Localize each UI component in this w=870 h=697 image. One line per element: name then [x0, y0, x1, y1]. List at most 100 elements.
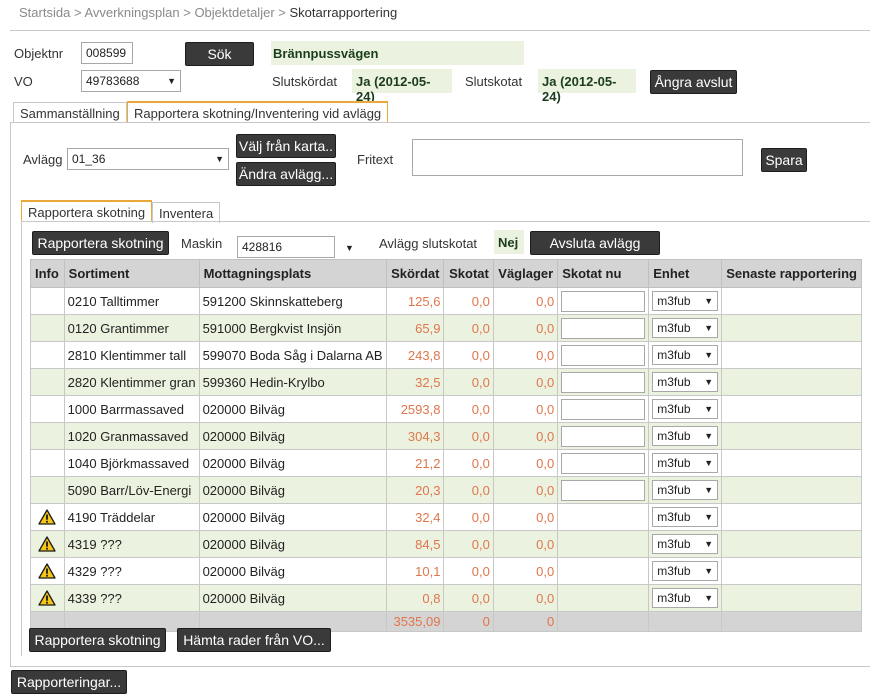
- undo-finish-button[interactable]: Ångra avslut: [650, 70, 737, 94]
- fritext-label: Fritext: [357, 152, 394, 167]
- warning-icon: [38, 509, 56, 525]
- subtabs-divider: [21, 221, 870, 222]
- skotat-cell: 0,0: [443, 557, 494, 585]
- skotat-nu-input[interactable]: [561, 317, 646, 339]
- skordat-cell: 304,3: [385, 422, 445, 450]
- enhet-select[interactable]: m3fub ▼: [652, 588, 719, 608]
- maskin-input[interactable]: [237, 236, 335, 258]
- skotat-cell: 0,0: [443, 395, 494, 423]
- skotat-nu-input[interactable]: [561, 344, 646, 366]
- column-header-info: Info: [30, 259, 65, 288]
- skordat-cell: 65,9: [385, 314, 445, 342]
- warning-icon: [38, 536, 56, 552]
- fritext-textarea[interactable]: [412, 139, 743, 176]
- skotat-nu-cell: [557, 476, 650, 504]
- mottagningsplats-cell: 020000 Bilväg: [198, 584, 387, 612]
- breadcrumb-link-startsida[interactable]: Startsida: [19, 5, 70, 20]
- enhet-select[interactable]: m3fub ▼: [652, 453, 719, 473]
- enhet-select[interactable]: m3fub ▼: [652, 399, 719, 419]
- objektnr-input[interactable]: [81, 42, 133, 64]
- chevron-down-icon: ▼: [704, 323, 714, 333]
- enhet-select[interactable]: m3fub ▼: [652, 561, 719, 581]
- skotat-nu-cell: [557, 530, 650, 558]
- enhet-select[interactable]: m3fub ▼: [652, 534, 719, 554]
- choose-from-map-button[interactable]: Välj från karta..: [236, 134, 336, 158]
- skordat-cell: 20,3: [385, 476, 445, 504]
- maskin-dropdown-icon[interactable]: ▼: [345, 243, 354, 253]
- info-cell: [30, 449, 65, 477]
- table-row: 2820 Klentimmer gran 599360 Hedin-Krylbo 3…: [30, 368, 862, 396]
- enhet-select[interactable]: m3fub ▼: [652, 291, 719, 311]
- tab-rapportera-skotning-sub[interactable]: Rapportera skotning: [21, 200, 153, 222]
- avlagg-select[interactable]: 01_36 ▼: [67, 148, 229, 170]
- skotat-nu-input[interactable]: [561, 452, 646, 474]
- totals-skordat: 3535,09: [385, 611, 445, 632]
- table-row: 0120 Grantimmer 591000 Bergkvist Insjön 65…: [30, 314, 862, 342]
- tab-rapportera-skotning[interactable]: Rapportera skotning/Inventering vid avlä…: [127, 101, 389, 123]
- chevron-down-icon: ▼: [704, 593, 714, 603]
- vo-select-value: 49783688: [86, 74, 140, 88]
- column-header-skotat-nu: Skotat nu: [557, 259, 650, 288]
- save-button[interactable]: Spara: [761, 148, 807, 172]
- sortiment-cell: 4190 Träddelar: [63, 503, 200, 531]
- tab-inventera[interactable]: Inventera: [152, 202, 221, 223]
- slutskotat-label: Slutskotat: [465, 74, 523, 89]
- search-button[interactable]: Sök: [185, 42, 254, 66]
- enhet-select[interactable]: m3fub ▼: [652, 507, 719, 527]
- mottagningsplats-cell: 020000 Bilväg: [198, 449, 387, 477]
- skordat-cell: 10,1: [385, 557, 445, 585]
- enhet-select[interactable]: m3fub ▼: [652, 480, 719, 500]
- mottagningsplats-cell: 020000 Bilväg: [198, 476, 387, 504]
- breadcrumb-link-objektdetaljer[interactable]: Objektdetaljer: [194, 5, 274, 20]
- mottagningsplats-cell: 599070 Boda Såg i Dalarna AB: [198, 341, 387, 369]
- vaglager-cell: 0,0: [492, 314, 559, 342]
- senaste-rapportering-cell: [721, 395, 862, 423]
- tab-sammanstallning[interactable]: Sammanställning: [13, 102, 127, 123]
- vaglager-cell: 0,0: [492, 395, 559, 423]
- reports-button[interactable]: Rapporteringar...: [11, 670, 127, 694]
- report-skotning-button[interactable]: Rapportera skotning: [32, 231, 169, 255]
- vo-select[interactable]: 49783688 ▼: [81, 70, 181, 92]
- skotat-nu-input[interactable]: [561, 425, 646, 447]
- mottagningsplats-cell: 599360 Hedin-Krylbo: [198, 368, 387, 396]
- info-cell: [30, 584, 65, 612]
- info-cell: [30, 530, 65, 558]
- sortiment-cell: 4319 ???: [63, 530, 200, 558]
- skotat-cell: 0,0: [443, 422, 494, 450]
- enhet-select[interactable]: m3fub ▼: [652, 372, 719, 392]
- finish-avlagg-button[interactable]: Avsluta avlägg: [530, 231, 660, 255]
- skordat-cell: 125,6: [385, 287, 445, 315]
- warning-icon: [38, 563, 56, 579]
- mottagningsplats-cell: 020000 Bilväg: [198, 422, 387, 450]
- enhet-select[interactable]: m3fub ▼: [652, 426, 719, 446]
- skotat-nu-input[interactable]: [561, 290, 646, 312]
- vaglager-cell: 0,0: [492, 476, 559, 504]
- table-row: 1020 Granmassaved 020000 Bilväg 304,3 0,0 0,…: [30, 422, 862, 450]
- skordat-cell: 21,2: [385, 449, 445, 477]
- skotat-nu-input[interactable]: [561, 371, 646, 393]
- enhet-cell: m3fub ▼: [648, 422, 723, 450]
- report-skotning-bottom-button[interactable]: Rapportera skotning: [29, 628, 166, 652]
- breadcrumb-separator: >: [278, 5, 286, 20]
- fetch-rows-button[interactable]: Hämta rader från VO...: [177, 628, 331, 652]
- skotat-nu-input[interactable]: [561, 398, 646, 420]
- senaste-rapportering-cell: [721, 449, 862, 477]
- enhet-select[interactable]: m3fub ▼: [652, 345, 719, 365]
- enhet-cell: m3fub ▼: [648, 287, 723, 315]
- skotat-nu-cell: [557, 449, 650, 477]
- vo-label: VO: [14, 74, 33, 89]
- chevron-down-icon: ▼: [215, 154, 224, 164]
- column-header-vaglager: Väglager: [492, 259, 559, 288]
- chevron-down-icon: ▼: [704, 485, 714, 495]
- breadcrumb-link-avverkningsplan[interactable]: Avverkningsplan: [84, 5, 179, 20]
- avlagg-label: Avlägg: [23, 152, 63, 167]
- vaglager-cell: 0,0: [492, 557, 559, 585]
- chevron-down-icon: ▼: [704, 377, 714, 387]
- enhet-select[interactable]: m3fub ▼: [652, 318, 719, 338]
- skotat-nu-input[interactable]: [561, 479, 646, 501]
- change-avlagg-button[interactable]: Ändra avlägg...: [236, 162, 336, 186]
- objektnr-label: Objektnr: [14, 46, 64, 61]
- enhet-select-value: m3fub: [657, 564, 691, 578]
- slutskordat-value: Ja (2012-05-24): [352, 69, 452, 104]
- mottagningsplats-cell: 591000 Bergkvist Insjön: [198, 314, 387, 342]
